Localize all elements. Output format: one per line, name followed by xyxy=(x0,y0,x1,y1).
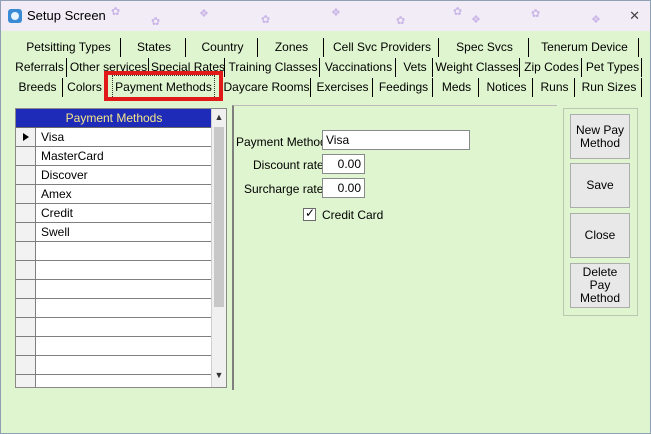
tab-zip-codes[interactable]: Zip Codes xyxy=(522,58,582,77)
row-selector[interactable] xyxy=(16,128,36,146)
setup-window: ✿ ✿ ❖ ✿ ❖ ✿ ✿ ❖ ✿ ❖ Setup Screen ✕ Petsi… xyxy=(0,0,651,434)
row-selector[interactable] xyxy=(16,242,36,260)
row-selector[interactable] xyxy=(16,299,36,317)
close-button[interactable]: Close xyxy=(570,213,630,258)
table-cell[interactable]: Swell xyxy=(41,225,70,239)
scroll-thumb[interactable] xyxy=(214,127,224,307)
tab-pet-types[interactable]: Pet Types xyxy=(584,58,642,77)
row-selector[interactable] xyxy=(16,261,36,279)
tab-states[interactable]: States xyxy=(123,38,186,57)
window-title: Setup Screen xyxy=(27,8,106,23)
tab-tenerum-device[interactable]: Tenerum Device xyxy=(531,38,639,57)
tab-colors[interactable]: Colors xyxy=(65,78,105,97)
tab-cell-svc-providers[interactable]: Cell Svc Providers xyxy=(326,38,439,57)
table-row[interactable] xyxy=(16,299,212,318)
tab-spec-svcs[interactable]: Spec Svcs xyxy=(441,38,529,57)
table-row[interactable] xyxy=(16,280,212,299)
credit-card-checkbox[interactable] xyxy=(303,206,316,221)
table-cell[interactable]: MasterCard xyxy=(41,149,104,163)
row-selector[interactable] xyxy=(16,185,36,203)
table-cell[interactable]: Credit xyxy=(41,206,73,220)
credit-card-label[interactable]: Credit Card xyxy=(322,208,383,222)
table-row[interactable]: MasterCard xyxy=(16,147,212,166)
tab-breeds[interactable]: Breeds xyxy=(13,78,63,97)
row-selector[interactable] xyxy=(16,375,36,387)
title-bar: ✿ ✿ ❖ ✿ ❖ ✿ ✿ ❖ ✿ ❖ Setup Screen ✕ xyxy=(1,1,650,31)
table-row[interactable] xyxy=(16,261,212,280)
grid-scrollbar[interactable]: ▲ ▼ xyxy=(211,109,226,387)
row-selector[interactable] xyxy=(16,280,36,298)
table-row[interactable]: Credit xyxy=(16,204,212,223)
row-selector[interactable] xyxy=(16,204,36,222)
tab-exercises[interactable]: Exercises xyxy=(313,78,373,97)
new-pay-method-button[interactable]: New Pay Method xyxy=(570,114,630,159)
table-cell[interactable]: Amex xyxy=(41,187,72,201)
tab-training-classes[interactable]: Training Classes xyxy=(227,58,320,77)
close-icon[interactable]: ✕ xyxy=(629,8,640,24)
table-row[interactable] xyxy=(16,356,212,375)
discount-rate-input[interactable]: 0.00 xyxy=(322,154,365,174)
tab-runs[interactable]: Runs xyxy=(535,78,575,97)
table-row[interactable] xyxy=(16,337,212,356)
table-row[interactable]: Visa xyxy=(16,128,212,147)
table-cell[interactable]: Discover xyxy=(41,168,88,182)
tab-petsitting-types[interactable]: Petsitting Types xyxy=(17,38,121,57)
payment-methods-grid[interactable]: Payment Methods Visa MasterCard Discover… xyxy=(15,108,227,388)
table-row[interactable] xyxy=(16,242,212,261)
app-icon xyxy=(8,9,22,23)
row-selector[interactable] xyxy=(16,356,36,374)
table-row[interactable]: Discover xyxy=(16,166,212,185)
tab-weight-classes[interactable]: Weight Classes xyxy=(435,58,520,77)
table-row[interactable] xyxy=(16,318,212,337)
tab-feedings[interactable]: Feedings xyxy=(375,78,433,97)
tab-vaccinations[interactable]: Vaccinations xyxy=(322,58,396,77)
tab-notices[interactable]: Notices xyxy=(481,78,533,97)
tab-daycare-rooms[interactable]: Daycare Rooms xyxy=(223,78,311,97)
current-row-arrow-icon xyxy=(23,133,29,141)
active-tab-highlight xyxy=(104,71,223,101)
action-buttons-panel: New Pay Method Save Close Delete Pay Met… xyxy=(563,108,638,316)
tab-country[interactable]: Country xyxy=(188,38,258,57)
table-cell[interactable]: Visa xyxy=(41,130,64,144)
tab-meds[interactable]: Meds xyxy=(435,78,479,97)
scroll-down-icon[interactable]: ▼ xyxy=(212,367,226,383)
grid-header[interactable]: Payment Methods xyxy=(16,109,212,128)
row-selector[interactable] xyxy=(16,223,36,241)
delete-pay-method-button[interactable]: Delete Pay Method xyxy=(570,263,630,308)
surcharge-rate-input[interactable]: 0.00 xyxy=(322,178,365,198)
tab-referrals[interactable]: Referrals xyxy=(13,58,67,77)
tab-run-sizes[interactable]: Run Sizes xyxy=(577,78,642,97)
payment-method-input[interactable]: Visa xyxy=(322,130,470,150)
scroll-up-icon[interactable]: ▲ xyxy=(212,109,226,125)
row-selector[interactable] xyxy=(16,337,36,355)
tab-vets[interactable]: Vets xyxy=(398,58,433,77)
tab-zones[interactable]: Zones xyxy=(260,38,324,57)
row-selector[interactable] xyxy=(16,166,36,184)
discount-rate-label: Discount rate: xyxy=(253,158,328,172)
save-button[interactable]: Save xyxy=(570,163,630,208)
surcharge-rate-label: Surcharge rate: xyxy=(244,182,327,196)
payment-method-detail-panel: Payment Method Visa Discount rate: 0.00 … xyxy=(232,105,557,390)
table-row[interactable]: Swell xyxy=(16,223,212,242)
grid-rows: Visa MasterCard Discover Amex Credit Swe… xyxy=(16,128,212,387)
table-row[interactable] xyxy=(16,375,212,387)
row-selector[interactable] xyxy=(16,147,36,165)
row-selector[interactable] xyxy=(16,318,36,336)
payment-method-label: Payment Method xyxy=(236,135,327,149)
table-row[interactable]: Amex xyxy=(16,185,212,204)
